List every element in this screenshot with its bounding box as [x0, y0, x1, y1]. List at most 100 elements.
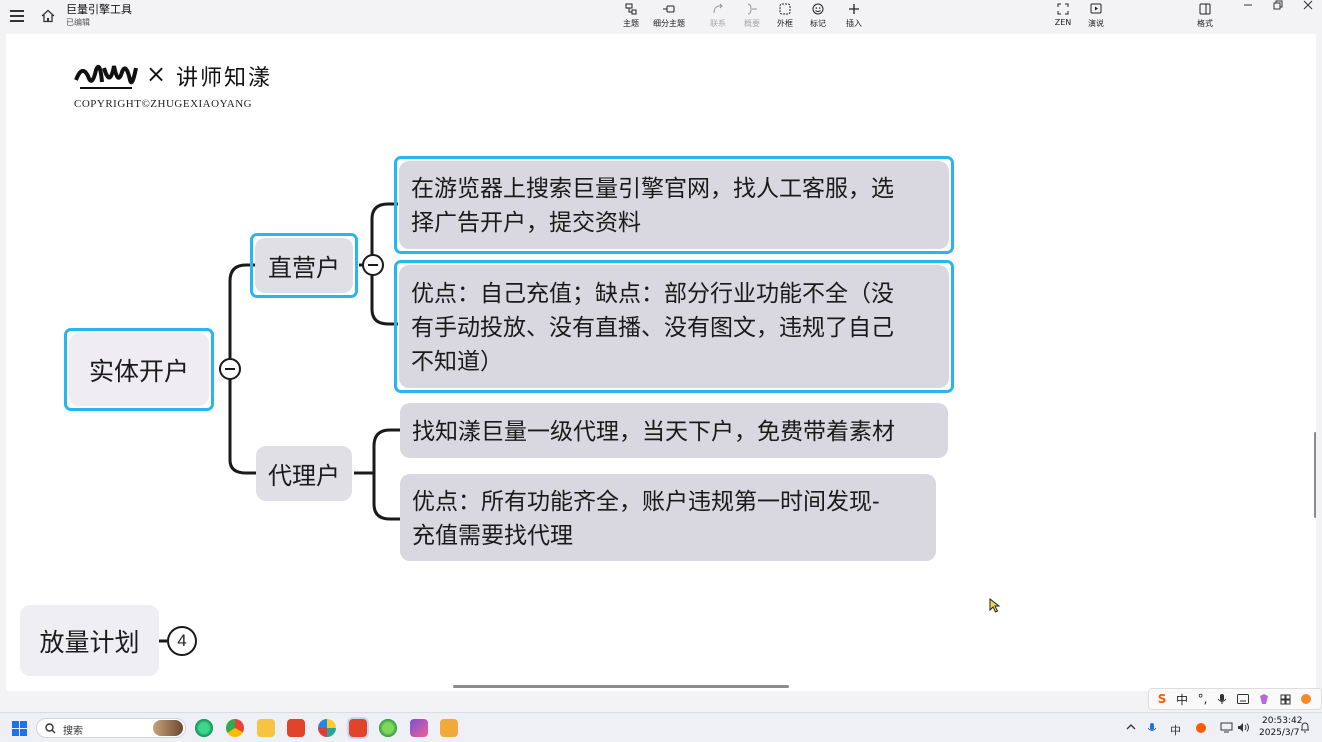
pitch-icon: [1090, 3, 1102, 14]
microphone-icon[interactable]: [1217, 693, 1227, 705]
chrome-app-icon[interactable]: [226, 719, 244, 737]
home-icon[interactable]: [41, 9, 55, 23]
collapse-root-button[interactable]: [219, 358, 241, 380]
leaf-text-line: 充值需要找代理: [412, 521, 573, 548]
ime-toolbar: S 中 °,: [1148, 688, 1322, 710]
volume-icon[interactable]: [1237, 722, 1250, 733]
clock-date[interactable]: 2025/3/7: [1259, 728, 1299, 738]
connector-agent-leaf-2: [372, 473, 400, 521]
leaf-topic-direct-2[interactable]: 优点：自己充值；缺点：部分行业功能不全（没 有手动投放、没有直播、没有图文，违规…: [399, 265, 949, 388]
root-topic[interactable]: 实体开户: [69, 333, 209, 406]
mindmap-canvas[interactable]: × 讲师知漾 COPYRIGHT©ZHUGEXIAOYANG 实体开户 直营户: [6, 34, 1316, 691]
leaf-text-line: 有手动投放、没有直播、没有图文，违规了自己: [411, 313, 894, 340]
notification-bell-icon[interactable]: [1300, 722, 1310, 733]
leaf-topic-direct-1[interactable]: 在游览器上搜索巨量引擎官网，找人工客服，选 择广告开户，提交资料: [399, 161, 949, 249]
branch-topic-label: 代理户: [268, 463, 340, 490]
toolbar-insert-button[interactable]: 插入: [834, 3, 874, 29]
collapsed-count-badge[interactable]: 4: [167, 626, 197, 656]
toolbar-label: 插入: [846, 19, 862, 28]
grid-tools-icon[interactable]: [1280, 694, 1291, 705]
branch-topic-direct[interactable]: 直营户: [255, 238, 353, 293]
taskbar-search-box[interactable]: 搜索: [36, 718, 186, 738]
vertical-scrollbar[interactable]: [1314, 432, 1316, 518]
creative-app-icon[interactable]: [410, 719, 428, 737]
sogou-logo-icon[interactable]: S: [1158, 692, 1167, 706]
minimize-button[interactable]: [1233, 0, 1263, 14]
document-status: 已编辑: [66, 18, 90, 27]
format-panel-icon: [1199, 3, 1211, 15]
topic-collapsed[interactable]: 放量计划: [20, 605, 159, 676]
toolbar-label: 联系: [710, 19, 726, 28]
branch-topic-agent[interactable]: 代理户: [256, 446, 352, 501]
tray-sogou-icon[interactable]: [1195, 722, 1207, 734]
toolbar-label: 格式: [1197, 19, 1213, 28]
toolbar-format-button[interactable]: 格式: [1185, 3, 1225, 29]
leaf-text-line: 不知道）: [411, 347, 503, 374]
browser-app-icon[interactable]: [318, 719, 336, 737]
toolbar-label: 概要: [744, 19, 760, 28]
maximize-button[interactable]: [1263, 0, 1293, 14]
marker-icon: [812, 3, 824, 15]
connector-agent-leaf-1: [372, 428, 400, 473]
toolbar-label: 外框: [777, 19, 793, 28]
branch-topic-label: 直营户: [268, 255, 340, 282]
leaf-text-line: 优点：所有功能齐全，账户违规第一时间发现-: [412, 487, 880, 514]
subtopic-icon: [663, 5, 675, 13]
boundary-icon: [779, 3, 791, 15]
relation-icon: [713, 3, 723, 14]
leaf-text-line: 在游览器上搜索巨量引擎官网，找人工客服，选: [411, 175, 894, 201]
toolbar-label: 主题: [623, 19, 639, 28]
keyboard-icon[interactable]: [1236, 694, 1249, 704]
topic-icon: [625, 3, 637, 15]
clock-time[interactable]: 20:53:42: [1262, 716, 1302, 726]
file-explorer-icon[interactable]: [257, 719, 275, 737]
toolbar-subtopic-button[interactable]: 细分主题: [649, 3, 689, 29]
toolbar-label: ZEN: [1054, 18, 1072, 27]
root-topic-label: 实体开户: [88, 357, 189, 386]
notes-app-icon[interactable]: [440, 719, 458, 737]
sogou-mascot-icon[interactable]: [1300, 693, 1312, 705]
restore-icon: [1273, 0, 1283, 10]
search-highlight-image: [153, 720, 183, 736]
toolbar-marker-button[interactable]: 标记: [798, 3, 838, 29]
ime-punctuation-toggle[interactable]: °,: [1198, 692, 1208, 706]
search-placeholder: 搜索: [63, 726, 83, 737]
leaf-text-line: 择广告开户，提交资料: [411, 209, 641, 235]
network-icon[interactable]: [1220, 722, 1233, 733]
collapsed-topic-label: 放量计划: [39, 628, 140, 657]
leaf-text-line: 找知漾巨量一级代理，当天下户，免费带着素材: [412, 417, 895, 444]
zen-icon: [1057, 3, 1069, 15]
windows-taskbar: 搜索 中 20:53:42 2025/3/7: [0, 712, 1322, 742]
wechat-app-icon[interactable]: [195, 719, 213, 737]
tray-ime-indicator[interactable]: 中: [1170, 722, 1181, 738]
close-icon: [1303, 0, 1313, 10]
leaf-topic-agent-1[interactable]: 找知漾巨量一级代理，当天下户，免费带着素材: [400, 403, 948, 458]
leaf-topic-agent-2[interactable]: 优点：所有功能齐全，账户违规第一时间发现- 充值需要找代理: [400, 474, 936, 561]
toolbar-topic-button[interactable]: 主题: [611, 3, 651, 29]
skin-icon[interactable]: [1258, 693, 1270, 705]
xmind-app-icon[interactable]: [287, 719, 305, 737]
chevron-up-icon[interactable]: [1126, 722, 1136, 732]
mouse-cursor-icon: [989, 598, 1001, 613]
windows-start-icon[interactable]: [12, 721, 27, 736]
search-icon: [45, 723, 56, 734]
xmind-active-icon[interactable]: [349, 719, 367, 737]
title-bar: 巨量引擎工具 已编辑 主题 细分主题 联系 概要 外框 标记 插入 ZEN 演说…: [0, 0, 1322, 34]
ime-mode-toggle[interactable]: 中: [1176, 691, 1188, 708]
tray-microphone-icon[interactable]: [1147, 722, 1157, 734]
horizontal-scrollbar[interactable]: [453, 685, 789, 688]
toolbar-label: 标记: [810, 19, 826, 28]
summary-icon: [747, 3, 757, 15]
close-button[interactable]: [1293, 0, 1322, 14]
hamburger-menu-icon[interactable]: [10, 10, 24, 22]
insert-icon: [849, 4, 859, 14]
edge-app-icon[interactable]: [379, 719, 397, 737]
toolbar-label: 演说: [1088, 19, 1104, 28]
connector-root-agent: [228, 369, 256, 475]
leaf-text-line: 优点：自己充值；缺点：部分行业功能不全（没: [411, 279, 894, 306]
minimize-icon: [1244, 4, 1252, 6]
toolbar-label: 细分主题: [653, 19, 685, 28]
collapse-direct-button[interactable]: [362, 254, 384, 276]
toolbar-pitch-button[interactable]: 演说: [1076, 3, 1116, 29]
document-title: 巨量引擎工具: [66, 3, 132, 16]
